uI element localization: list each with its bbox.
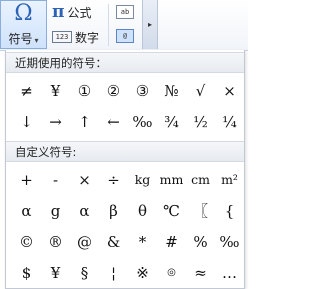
custom-symbol-cell[interactable]: ※	[128, 257, 157, 288]
number-icon: 123	[52, 31, 72, 43]
custom-symbol-cell[interactable]: α	[12, 195, 41, 226]
custom-symbol-cell[interactable]: mm	[157, 164, 186, 195]
custom-symbol-cell[interactable]: ℃	[157, 195, 186, 226]
omega-icon: Ω	[14, 1, 33, 26]
custom-symbol-cell[interactable]: &	[99, 226, 128, 257]
recent-symbol-cell[interactable]: ①	[70, 75, 99, 106]
custom-symbol-cell[interactable]: α	[70, 195, 99, 226]
custom-symbols-header: 自定义符号:	[6, 141, 244, 162]
custom-symbol-cell[interactable]: ◎	[157, 257, 186, 288]
symbol-dropdown-panel: 近期使用的符号： ≠ ¥ ① ② ③ № √ × ↓ → ↑ ← ‰ ¾ ½ ¼ 自定义符号: + - × ÷ kg m…	[5, 50, 245, 289]
recent-symbol-cell[interactable]: →	[41, 106, 70, 137]
insert-ribbon: Ω 符号 ▾ π 公式 123 数字 ab @ ▸	[0, 0, 248, 51]
recent-symbol-cell[interactable]: √	[186, 75, 215, 106]
recent-symbol-cell[interactable]: ②	[99, 75, 128, 106]
recent-symbol-cell[interactable]: ¼	[215, 106, 244, 137]
custom-symbol-cell[interactable]: ≈	[186, 257, 215, 288]
recent-symbol-cell[interactable]: ↓	[12, 106, 41, 137]
formula-button-label: 公式	[67, 5, 92, 20]
custom-symbol-cell[interactable]: 〖	[186, 195, 215, 226]
custom-symbol-cell[interactable]: +	[12, 164, 41, 195]
custom-symbol-cell[interactable]: @	[70, 226, 99, 257]
custom-symbol-cell[interactable]: …	[215, 257, 244, 288]
custom-symbol-cell[interactable]: -	[41, 164, 70, 195]
custom-symbol-cell[interactable]: $	[12, 257, 41, 288]
custom-symbol-cell[interactable]: θ	[128, 195, 157, 226]
custom-symbol-cell[interactable]: ×	[70, 164, 99, 195]
custom-symbol-cell[interactable]: kg	[128, 164, 157, 195]
recent-symbol-cell[interactable]: ‰	[128, 106, 157, 137]
recent-symbol-cell[interactable]: ×	[215, 75, 244, 106]
custom-symbol-cell[interactable]: ®	[41, 226, 70, 257]
recent-symbol-cell[interactable]: ¾	[157, 106, 186, 137]
text-box-icon[interactable]: ab	[116, 5, 134, 19]
custom-symbol-cell[interactable]: {	[215, 195, 244, 226]
custom-symbol-cell[interactable]: *	[128, 226, 157, 257]
number-button[interactable]: 123 数字	[52, 27, 99, 47]
recent-symbols-grid: ≠ ¥ ① ② ③ № √ × ↓ → ↑ ← ‰ ¾ ½ ¼	[12, 75, 244, 137]
symbol-button[interactable]: Ω 符号 ▾	[0, 0, 47, 49]
pi-icon: π	[52, 2, 65, 22]
custom-symbol-cell[interactable]: ÷	[99, 164, 128, 195]
custom-symbol-cell[interactable]: ¥	[41, 257, 70, 288]
symbol-insert-icon[interactable]: @	[116, 29, 134, 43]
recent-symbol-cell[interactable]: ←	[99, 106, 128, 137]
custom-symbol-cell[interactable]: cm	[186, 164, 215, 195]
recent-symbol-cell[interactable]: №	[157, 75, 186, 106]
custom-symbol-cell[interactable]: m²	[215, 164, 244, 195]
recent-symbol-cell[interactable]: ≠	[12, 75, 41, 106]
custom-symbols-grid: + - × ÷ kg mm cm m² α g α β θ ℃ 〖{© ® @ & * #% ‰ $ ¥ § ¦ ※ ◎ ≈…	[12, 164, 244, 288]
ribbon-separator	[108, 4, 109, 46]
ribbon-more-arrow[interactable]: ▸	[142, 0, 158, 49]
chevron-down-icon: ▾	[34, 36, 39, 45]
custom-symbol-cell[interactable]: ©	[12, 226, 41, 257]
custom-symbol-cell[interactable]: ¦	[99, 257, 128, 288]
custom-symbol-cell[interactable]: §	[70, 257, 99, 288]
formula-button[interactable]: π 公式	[52, 2, 91, 22]
custom-symbol-cell[interactable]: ‰	[215, 226, 244, 257]
recent-symbol-cell[interactable]: ½	[186, 106, 215, 137]
recent-symbol-cell[interactable]: ③	[128, 75, 157, 106]
custom-symbol-cell[interactable]: #	[157, 226, 186, 257]
symbol-button-label: 符号 ▾	[8, 32, 39, 46]
custom-symbol-cell[interactable]: g	[41, 195, 70, 226]
custom-symbol-cell[interactable]: β	[99, 195, 128, 226]
recent-symbol-cell[interactable]: ¥	[41, 75, 70, 106]
custom-symbol-cell[interactable]: %	[186, 226, 215, 257]
recent-symbol-cell[interactable]: ↑	[70, 106, 99, 137]
recent-symbols-header: 近期使用的符号：	[6, 52, 244, 73]
number-button-label: 数字	[75, 30, 100, 45]
